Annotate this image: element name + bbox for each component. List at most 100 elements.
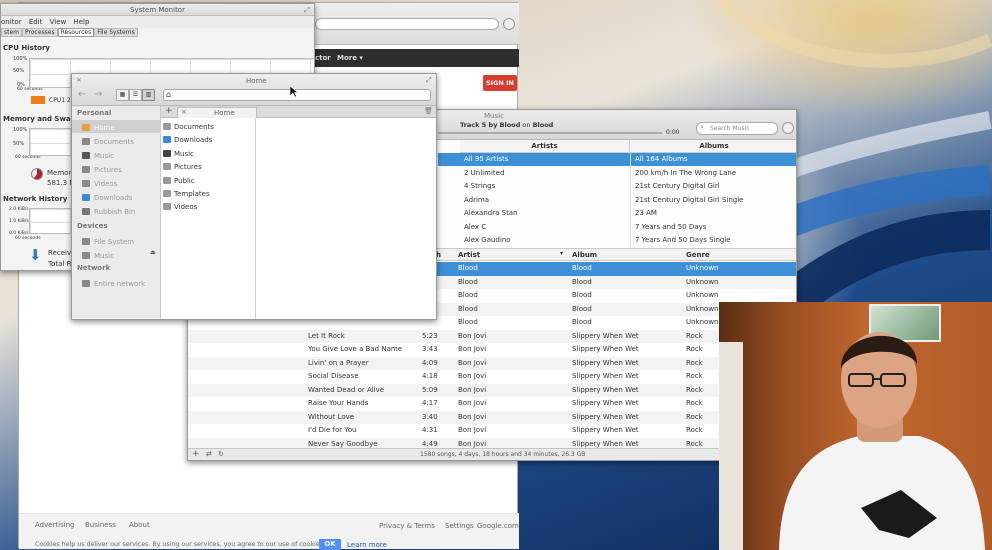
sidebar-item-documents[interactable]: Documents [82, 135, 160, 149]
eject-icon[interactable]: ⏏ [150, 249, 156, 256]
sidebar-item-videos[interactable]: Videos [82, 177, 160, 191]
column-genre-header[interactable]: Genre [686, 251, 710, 259]
albums-column-header[interactable]: Albums [630, 140, 796, 153]
album-list-item[interactable]: All 164 Albums [631, 153, 796, 167]
album-list-item[interactable]: 21st Century Digital Girl [631, 180, 796, 194]
trash-tab-icon[interactable]: 🗑 [424, 107, 433, 115]
artist-list-item[interactable]: Alexandra Stan [460, 207, 630, 221]
back-icon[interactable]: ← [78, 89, 86, 100]
file-entry-label: Videos [174, 203, 198, 212]
forward-icon[interactable]: → [94, 89, 102, 100]
sidebar-item-music[interactable]: Music [82, 249, 160, 263]
icon-view-button[interactable]: ▦ [116, 89, 129, 101]
song-artist-cell: Blood [458, 264, 478, 272]
menu-view[interactable]: View [50, 18, 67, 26]
list-view-button[interactable]: ☰ [129, 89, 142, 101]
sidebar-item-downloads[interactable]: Downloads [82, 191, 160, 205]
shuffle-icon[interactable]: ⇄ [206, 450, 212, 458]
maximize-icon[interactable]: ⤢ [302, 4, 312, 16]
sidebar-item-file-system[interactable]: File System [82, 235, 160, 249]
table-row[interactable]: Livin' on a Prayer 4:09 Bon Jovi Slippery W… [188, 356, 796, 370]
tab-resources[interactable]: Resources [57, 28, 95, 37]
sidebar-item-music[interactable]: Music [82, 149, 160, 163]
memory-pie-icon[interactable] [31, 168, 43, 180]
network-tick: 60 seconds [15, 236, 41, 241]
close-icon[interactable]: × [76, 76, 82, 84]
google-bar-link-0[interactable]: ctor [315, 54, 331, 62]
footer-link-advertising[interactable]: Advertising [35, 521, 75, 529]
column-artist-header[interactable]: Artist [458, 251, 480, 259]
table-row[interactable]: Without Love 3:40 Bon Jovi Slippery When We… [188, 410, 796, 424]
home-icon [82, 124, 90, 131]
new-tab-icon[interactable]: + [165, 106, 173, 116]
signin-button[interactable]: SIGN IN [483, 75, 517, 91]
file-list: Documents Downloads Music Pictures Public Tem… [163, 121, 255, 215]
table-row[interactable]: Wanted Dead or Alive 5:09 Bon Jovi Slippery… [188, 383, 796, 397]
album-list-item[interactable]: 7 Years and 50 Days [631, 221, 796, 235]
file-entry[interactable]: Templates [163, 188, 255, 201]
tab-processes[interactable]: Processes [22, 28, 58, 37]
table-row[interactable]: Let It Rock 5:23 Bon Jovi Slippery When Wet… [188, 329, 796, 343]
google-bar-link-1[interactable]: More ▾ [337, 54, 363, 62]
album-list-item[interactable]: 7 Years And 50 Days Single [631, 234, 796, 248]
table-row[interactable]: You Give Love a Bad Name 3:43 Bon Jovi Slip… [188, 343, 796, 357]
artist-list-item[interactable]: Adrima [460, 194, 630, 208]
menu-edit[interactable]: Edit [29, 18, 43, 26]
folder-icon [163, 189, 171, 197]
song-artist-cell: Blood [458, 304, 478, 313]
cpu1-color-swatch[interactable] [31, 96, 45, 104]
album-list-item[interactable]: 200 km/h In The Wrong Lane [631, 167, 796, 181]
album-list-item[interactable]: 23 AM [631, 207, 796, 221]
cookie-learn-more[interactable]: Learn more [347, 541, 387, 549]
home-icon[interactable]: ⌂ [166, 90, 171, 99]
tab-close-icon[interactable]: × [181, 108, 187, 116]
album-list-item[interactable]: 21st Century Digital Girl Single [631, 194, 796, 208]
song-album-cell: Slippery When Wet [572, 385, 639, 394]
file-entry[interactable]: Pictures [163, 161, 255, 174]
artist-list-item[interactable]: 4 Strings [460, 180, 630, 194]
music-menu-icon[interactable] [782, 122, 794, 134]
footer-link-about[interactable]: About [129, 521, 150, 529]
browser-menu-icon[interactable] [503, 18, 515, 30]
song-title-cell: You Give Love a Bad Name [308, 345, 402, 353]
search-placeholder: Search Music [710, 125, 750, 132]
artist-list-item[interactable]: All 95 Artists [460, 153, 630, 167]
sidebar-item-rubbish-bin[interactable]: Rubbish Bin [82, 205, 160, 219]
artist-list-item[interactable]: Alex Gaudino [460, 234, 630, 248]
table-row[interactable]: Raise Your Hands 4:17 Bon Jovi Slippery Whe… [188, 397, 796, 411]
artists-column-header[interactable]: Artists [460, 140, 630, 153]
tab-system[interactable]: stem [1, 28, 23, 37]
footer-link-privacy[interactable]: Privacy & Terms [379, 522, 435, 530]
file-entry[interactable]: Videos [163, 201, 255, 214]
cookie-ok-button[interactable]: OK [319, 539, 341, 550]
artist-list-item[interactable]: Alex C [460, 221, 630, 235]
artist-list-item[interactable]: 2 Unlimited [460, 167, 630, 181]
table-row[interactable]: Social Disease 4:18 Bon Jovi Slippery When … [188, 370, 796, 384]
file-entry[interactable]: Music [163, 148, 255, 161]
song-length-cell: 4:31 [422, 426, 438, 434]
column-album-header[interactable]: Album [572, 251, 597, 259]
sort-chevron-icon[interactable]: ▾ [560, 250, 563, 257]
file-entry[interactable]: Documents [163, 121, 255, 134]
file-entry[interactable]: Downloads [163, 134, 255, 147]
menu-monitor[interactable]: onitor [1, 18, 22, 26]
add-playlist-icon[interactable]: + [192, 449, 200, 459]
column-view-button[interactable]: ▥ [142, 89, 155, 101]
menu-help[interactable]: Help [73, 18, 89, 26]
tab-home[interactable]: × Home [177, 107, 257, 118]
sidebar-item-home[interactable]: Home [82, 121, 160, 135]
column-divider[interactable] [255, 118, 256, 319]
sidebar-item-entire-network[interactable]: Entire network [82, 277, 160, 291]
footer-link-google[interactable]: Google.com [477, 522, 519, 530]
table-row[interactable]: I'd Die for You 4:31 Bon Jovi Slippery When… [188, 424, 796, 438]
file-entry[interactable]: Public [163, 175, 255, 188]
footer-link-settings[interactable]: Settings [445, 522, 474, 530]
tab-file-systems[interactable]: File Systems [94, 28, 138, 37]
seek-bar[interactable] [438, 132, 662, 134]
search-music-field[interactable]: ⌕ Search Music [696, 122, 778, 135]
maximize-icon[interactable]: ⤢ [426, 76, 432, 85]
browser-address-bar[interactable] [315, 18, 499, 30]
repeat-icon[interactable]: ↻ [218, 450, 224, 458]
sidebar-item-pictures[interactable]: Pictures [82, 163, 160, 177]
footer-link-business[interactable]: Business [85, 521, 116, 529]
